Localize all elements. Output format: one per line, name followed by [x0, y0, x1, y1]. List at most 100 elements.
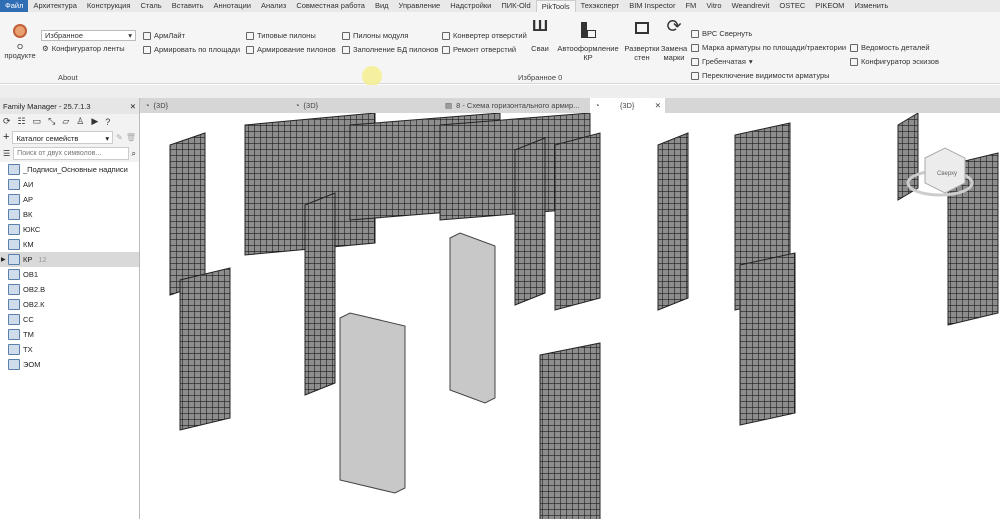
view-tabs: ◔ {3D} ◔ {3D} ▤ 8 - Схема горизонтального арм… [140, 98, 1000, 113]
tree-item[interactable]: _Подписи_Основные надписи [0, 162, 139, 177]
details-button[interactable]: Ведомость деталей [850, 43, 930, 52]
play-icon[interactable]: ▶ [91, 116, 98, 127]
sheet-icon: ▤ [445, 101, 453, 110]
rebar-column[interactable] [657, 132, 689, 311]
rebar-column[interactable] [304, 192, 336, 396]
item-label: ОВ2.В [23, 285, 46, 294]
menu-tab[interactable]: PikTools [535, 0, 576, 12]
menu-tab[interactable]: PIKEOM [810, 0, 849, 12]
rebar-column[interactable] [514, 137, 546, 306]
menu-tab[interactable]: Совместная работа [291, 0, 370, 12]
view-tab[interactable]: ◔ {3D} ✕ [590, 98, 665, 113]
tree-item[interactable]: ОВ1 [0, 267, 139, 282]
tree-item[interactable]: СС [0, 312, 139, 327]
collapse-icon[interactable]: ⤡ [48, 116, 55, 127]
filter-icon[interactable]: ☰ [3, 149, 10, 158]
arm-pylons-button[interactable]: Армирование пилонов [246, 45, 336, 54]
unfold-walls-button[interactable]: Развертки стен [624, 22, 660, 62]
pylons-module-button[interactable]: Пилоны модуля [342, 31, 408, 40]
menu-tab[interactable]: ПИК-Old [496, 0, 535, 12]
menu-tab[interactable]: Weandrevit [727, 0, 775, 12]
toggle-visibility-button[interactable]: Переключение видимости арматуры [691, 71, 830, 80]
rebar-mark-button[interactable]: Марка арматуры по площади/траектории [691, 43, 846, 52]
ribbon-config-button[interactable]: ⚙ Конфигуратор ленты [42, 44, 125, 53]
rebar-column[interactable] [739, 252, 796, 426]
armlite-button[interactable]: АрмЛайт [143, 31, 185, 40]
menu-tab[interactable]: Сталь [135, 0, 166, 12]
search-icon[interactable]: ⌕ [132, 149, 136, 159]
menu-tab[interactable]: Техэксперт [576, 0, 625, 12]
expand-arrow-icon[interactable]: ▶ [1, 256, 6, 263]
view-tab[interactable]: ◔ {3D} [140, 98, 290, 113]
tree-item[interactable]: ЭОМ [0, 357, 139, 372]
window-icon[interactable]: ▭ [33, 116, 42, 127]
typical-pylons-button[interactable]: Типовые пилоны [246, 31, 316, 40]
menu-tab[interactable]: Управление [394, 0, 446, 12]
product-icon [13, 24, 27, 38]
refresh-icon[interactable]: ⟳ [3, 116, 11, 127]
view-tab[interactable]: ◔ {3D} [290, 98, 440, 113]
family-category-icon [8, 269, 20, 280]
user-icon[interactable]: ♙ [76, 116, 84, 127]
repair-button[interactable]: Ремонт отверстий [442, 45, 516, 54]
tree-item[interactable]: ВК [0, 207, 139, 222]
menu-tab[interactable]: OSTEC [774, 0, 810, 12]
rebar-column[interactable] [179, 267, 231, 431]
menu-tab[interactable]: Анализ [256, 0, 291, 12]
replace-mark-button[interactable]: ⟳ Замена марки [660, 17, 688, 62]
tree-item[interactable]: АИ [0, 177, 139, 192]
close-icon[interactable]: ✕ [655, 101, 661, 110]
menu-tab[interactable]: Надстройки [445, 0, 496, 12]
3d-viewport[interactable]: Сверху [140, 112, 1000, 521]
fill-db-button[interactable]: Заполнение БД пилонов [342, 45, 438, 54]
view-tab[interactable]: ▤ 8 - Схема горизонтального армир... [440, 98, 590, 113]
add-icon[interactable]: + [3, 131, 9, 143]
family-category-icon [8, 314, 20, 325]
vrs-collapse-button[interactable]: ВРС Свернуть [691, 29, 752, 38]
vrs-icon [691, 29, 699, 38]
menu-tab[interactable]: Файл [0, 0, 29, 12]
menu-tab[interactable]: Vitro [701, 0, 726, 12]
concrete-wall[interactable] [449, 232, 496, 404]
ribbon: О продукте Избранное ▾ ⚙ Конфигуратор лент… [0, 12, 1000, 86]
converter-button[interactable]: Конвертер отверстий [442, 31, 527, 40]
concrete-wall[interactable] [339, 312, 406, 494]
arm-area-button[interactable]: Армировать по площади [143, 45, 240, 54]
edit-icon[interactable]: ✎ [116, 133, 123, 142]
auto-kr-button[interactable]: Автооформление КР [553, 22, 623, 62]
rebar-column[interactable] [554, 132, 601, 311]
rebar-column[interactable] [539, 342, 601, 521]
tree-icon[interactable]: ☷ [18, 116, 26, 127]
family-category-icon [8, 284, 20, 295]
menu-tab[interactable]: BIM Inspector [624, 0, 680, 12]
tree-item[interactable]: АР [0, 192, 139, 207]
rebar-column[interactable] [169, 132, 206, 296]
tree-item[interactable]: ЮКС [0, 222, 139, 237]
table-icon [850, 43, 858, 52]
menu-tab[interactable]: Аннотации [208, 0, 256, 12]
search-input[interactable] [13, 147, 129, 160]
menu-tab[interactable]: Конструкция [82, 0, 136, 12]
help-icon[interactable]: ? [105, 117, 110, 127]
catalog-select[interactable]: Каталог семейств ▾ [12, 130, 114, 144]
tree-item[interactable]: ОВ2.К [0, 297, 139, 312]
folder-icon[interactable]: ▱ [62, 116, 69, 127]
favorites-select[interactable]: Избранное ▾ [41, 30, 136, 41]
tree-item[interactable]: ТХ [0, 342, 139, 357]
tree-item[interactable]: ТМ [0, 327, 139, 342]
tree-item[interactable]: ОВ2.В [0, 282, 139, 297]
about-button[interactable]: О продукте [2, 24, 38, 60]
menu-tab[interactable]: Вставить [167, 0, 209, 12]
tree-item[interactable]: ▶ КР 12 [0, 252, 139, 267]
tree-item[interactable]: КМ [0, 237, 139, 252]
delete-icon[interactable]: 🗑 [126, 133, 136, 142]
sketch-config-button[interactable]: Конфигуратор эскизов [850, 57, 939, 66]
family-category-icon [8, 164, 20, 175]
menu-tab[interactable]: Архитектура [28, 0, 81, 12]
menu-tab[interactable]: Изменить [849, 0, 893, 12]
piles-button[interactable]: Ш Сваи [529, 19, 551, 54]
menu-tab[interactable]: FM [680, 0, 701, 12]
close-icon[interactable]: ✕ [130, 102, 136, 111]
comb-button[interactable]: Гребенчатая ▾ [691, 57, 753, 66]
menu-tab[interactable]: Вид [370, 0, 394, 12]
